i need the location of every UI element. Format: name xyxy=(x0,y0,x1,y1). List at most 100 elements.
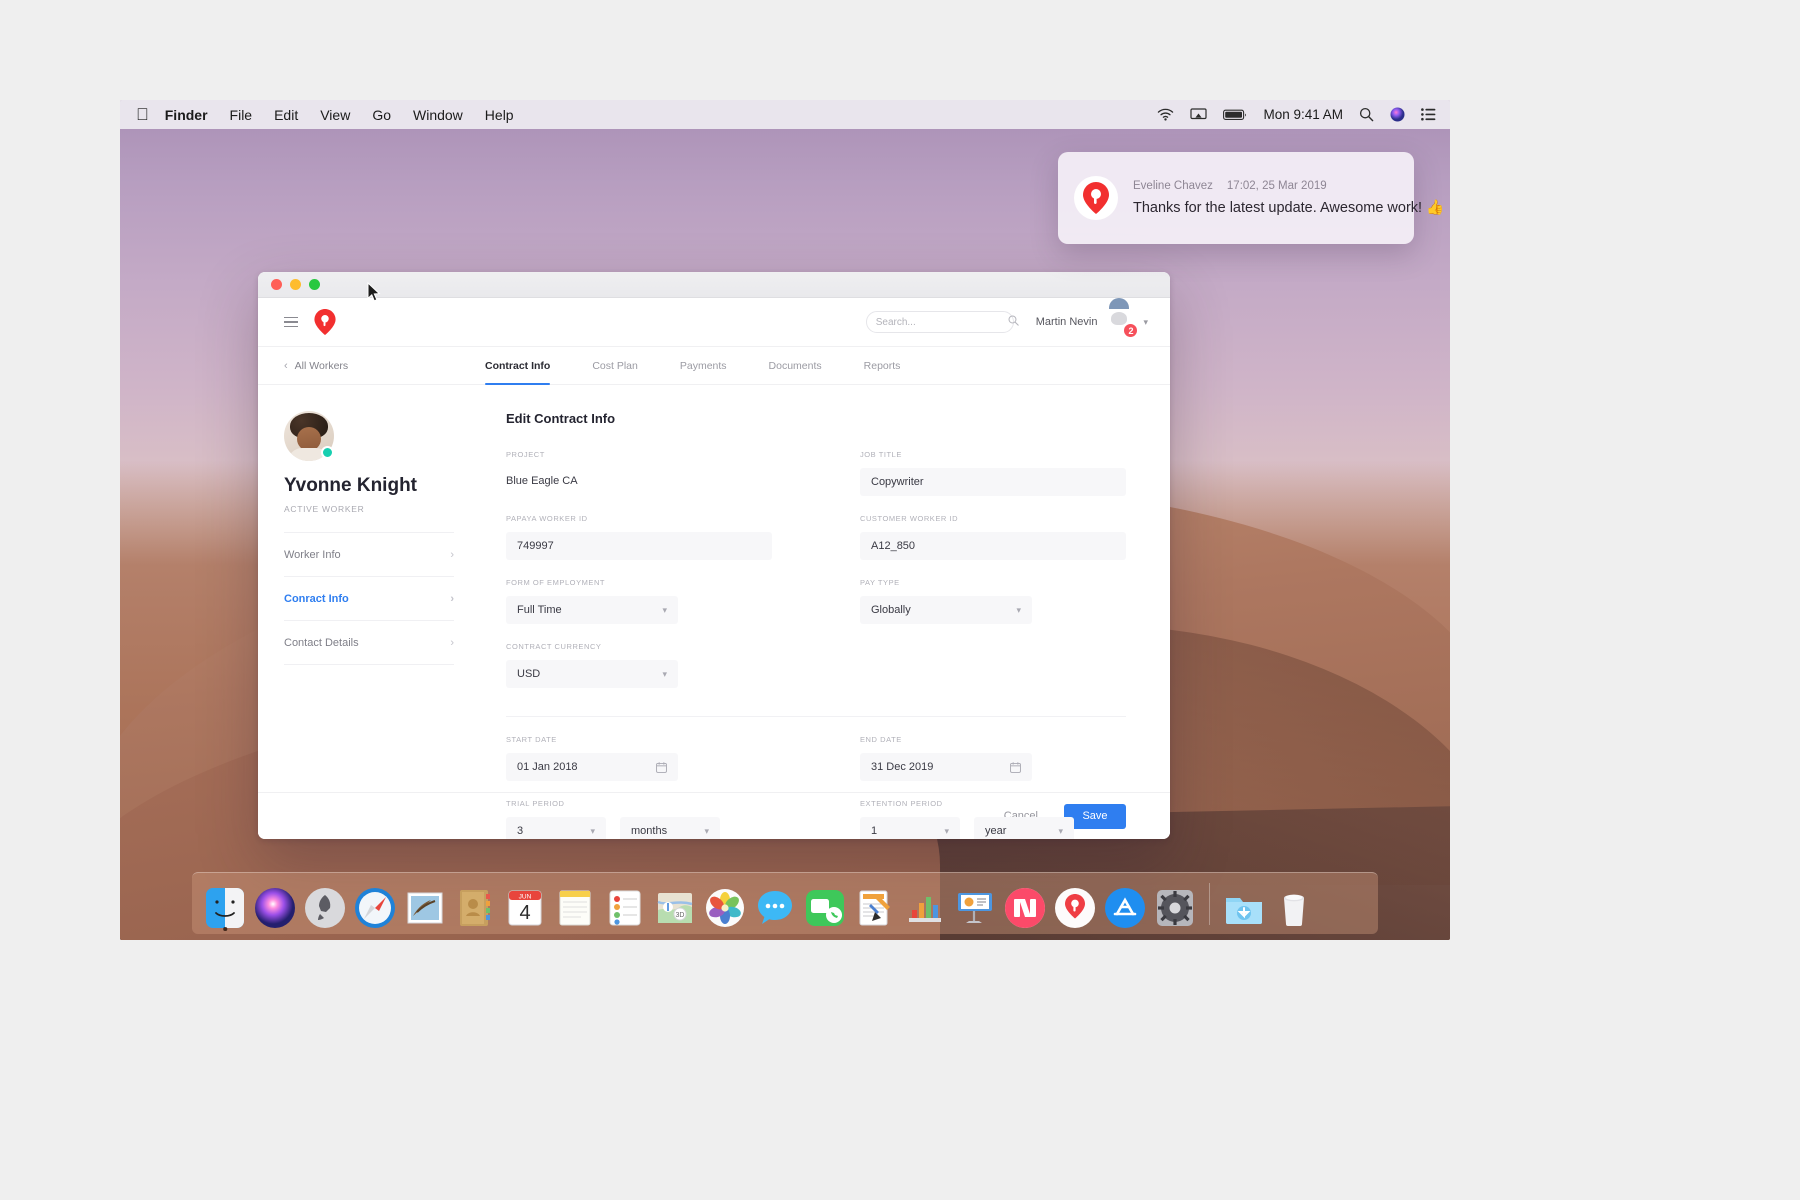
maximize-window-button[interactable] xyxy=(309,279,320,290)
field-label: START DATE xyxy=(506,735,772,744)
dock-item-news[interactable] xyxy=(1000,878,1050,930)
calendar-icon[interactable] xyxy=(1010,762,1021,773)
dock-item-system-preferences[interactable] xyxy=(1150,878,1200,930)
avatar[interactable] xyxy=(284,411,334,461)
menu-item-go[interactable]: Go xyxy=(372,107,391,123)
search-icon[interactable] xyxy=(1359,107,1374,122)
trial-period-amount-select[interactable]: 3 ▾ xyxy=(506,817,606,839)
job-title-input[interactable]: Copywriter xyxy=(860,468,1126,496)
dock-item-contacts[interactable] xyxy=(450,878,500,930)
hamburger-icon[interactable] xyxy=(284,317,298,328)
tab-cost-plan[interactable]: Cost Plan xyxy=(571,347,659,384)
dock-item-trash[interactable] xyxy=(1269,878,1319,930)
trial-period-unit-value: months xyxy=(631,825,704,837)
tab-documents[interactable]: Documents xyxy=(748,347,843,384)
extention-period-unit-select[interactable]: year ▾ xyxy=(974,817,1074,839)
chevron-down-icon: ▾ xyxy=(662,605,667,616)
calendar-icon[interactable] xyxy=(656,762,667,773)
menu-item-edit[interactable]: Edit xyxy=(274,107,298,123)
sidebar-item-label: Worker Info xyxy=(284,549,450,561)
papaya-worker-id-input[interactable]: 749997 xyxy=(506,532,772,560)
dock-item-photos[interactable] xyxy=(700,878,750,930)
menu-bar-clock[interactable]: Mon 9:41 AM xyxy=(1263,107,1343,122)
menu-item-file[interactable]: File xyxy=(230,107,253,123)
contract-form: Edit Contract Info PROJECT Blue Eagle CA… xyxy=(480,385,1170,792)
notification-content: Eveline Chavez 17:02, 25 Mar 2019 Thanks… xyxy=(1133,180,1398,216)
control-center-icon[interactable] xyxy=(1421,108,1436,121)
field-contract-currency: CONTRACT CURRENCY USD ▾ xyxy=(506,642,772,688)
start-date-input[interactable]: 01 Jan 2018 xyxy=(506,753,678,781)
tab-bar: ‹ All Workers Contract Info Cost Plan Pa… xyxy=(258,347,1170,385)
menu-item-help[interactable]: Help xyxy=(485,107,514,123)
airplay-icon[interactable] xyxy=(1190,108,1207,121)
sidebar-item-label: Contact Details xyxy=(284,637,450,649)
dock-item-keynote[interactable] xyxy=(950,878,1000,930)
siri-icon[interactable] xyxy=(1390,107,1405,122)
field-pay-type: PAY TYPE Globally ▾ xyxy=(860,578,1126,624)
apple-logo-icon[interactable]:  xyxy=(136,106,149,123)
field-job-title: JOB TITLE Copywriter xyxy=(860,450,1126,496)
dock-item-facetime[interactable] xyxy=(800,878,850,930)
dock-item-downloads-folder[interactable] xyxy=(1219,878,1269,930)
dock-item-siri[interactable] xyxy=(250,878,300,930)
dock-item-reminders[interactable] xyxy=(600,878,650,930)
search-input[interactable] xyxy=(876,317,1008,328)
pay-type-select[interactable]: Globally ▾ xyxy=(860,596,1032,624)
dock-item-messages[interactable] xyxy=(750,878,800,930)
worker-status-label: ACTIVE WORKER xyxy=(284,504,454,514)
menu-item-finder[interactable]: Finder xyxy=(165,107,208,123)
app-header: Martin Nevin 2 ▾ xyxy=(258,298,1170,347)
papaya-icon xyxy=(1053,886,1097,930)
minimize-window-button[interactable] xyxy=(290,279,301,290)
sidebar-item-contract-info[interactable]: Conract Info › xyxy=(284,577,454,621)
dock-item-maps[interactable]: 3D xyxy=(650,878,700,930)
contract-currency-select[interactable]: USD ▾ xyxy=(506,660,678,688)
dock-item-app-store[interactable] xyxy=(1100,878,1150,930)
sidebar-item-contact-details[interactable]: Contact Details › xyxy=(284,621,454,665)
breadcrumb-label[interactable]: All Workers xyxy=(295,360,348,372)
dock-item-papaya[interactable] xyxy=(1050,878,1100,930)
tab-reports[interactable]: Reports xyxy=(843,347,922,384)
customer-worker-id-input[interactable]: A12_850 xyxy=(860,532,1126,560)
breadcrumb[interactable]: ‹ All Workers xyxy=(284,347,464,384)
extention-period-group: 1 ▾ year ▾ xyxy=(860,817,1126,839)
battery-icon[interactable] xyxy=(1223,109,1247,121)
chevron-down-icon[interactable]: ▾ xyxy=(1143,317,1148,328)
extention-period-amount-select[interactable]: 1 ▾ xyxy=(860,817,960,839)
form-of-employment-select[interactable]: Full Time ▾ xyxy=(506,596,678,624)
trial-period-unit-select[interactable]: months ▾ xyxy=(620,817,720,839)
folder-icon xyxy=(1222,886,1266,930)
avatar[interactable]: 2 xyxy=(1106,309,1132,335)
desktop:  Finder File Edit View Go Window Help M… xyxy=(120,100,1450,940)
search-icon[interactable] xyxy=(1008,313,1019,331)
tab-contract-info[interactable]: Contract Info xyxy=(464,347,571,384)
dock-item-finder[interactable] xyxy=(200,878,250,930)
close-window-button[interactable] xyxy=(271,279,282,290)
page-title: Yvonne Knight xyxy=(284,475,454,497)
menu-item-window[interactable]: Window xyxy=(413,107,463,123)
calendar-day: 4 xyxy=(519,902,530,924)
dock-item-launchpad[interactable] xyxy=(300,878,350,930)
notification-banner[interactable]: Eveline Chavez 17:02, 25 Mar 2019 Thanks… xyxy=(1058,152,1414,244)
dock-item-notes[interactable] xyxy=(550,878,600,930)
sidebar-item-worker-info[interactable]: Worker Info › xyxy=(284,533,454,577)
papaya-pin-icon[interactable] xyxy=(314,309,336,335)
search-box[interactable] xyxy=(866,311,1014,333)
chevron-down-icon: ▾ xyxy=(1058,826,1063,837)
status-badge[interactable]: 2 xyxy=(1123,323,1138,338)
dock-item-numbers[interactable] xyxy=(900,878,950,930)
dock-item-safari[interactable] xyxy=(350,878,400,930)
tab-payments[interactable]: Payments xyxy=(659,347,748,384)
dock-item-calendar[interactable]: JUN 4 xyxy=(500,878,550,930)
menu-item-view[interactable]: View xyxy=(320,107,350,123)
window-titlebar[interactable] xyxy=(258,272,1170,298)
user-menu[interactable]: Martin Nevin 2 ▾ xyxy=(1036,309,1148,335)
menu-bar:  Finder File Edit View Go Window Help M… xyxy=(120,100,1450,129)
field-end-date: END DATE 31 Dec 2019 xyxy=(860,735,1126,781)
wifi-icon[interactable] xyxy=(1157,108,1174,121)
dock-item-pages[interactable] xyxy=(850,878,900,930)
dock-item-mail[interactable] xyxy=(400,878,450,930)
end-date-input[interactable]: 31 Dec 2019 xyxy=(860,753,1032,781)
field-start-date: START DATE 01 Jan 2018 xyxy=(506,735,772,781)
notification-timestamp: 17:02, 25 Mar 2019 xyxy=(1227,180,1327,192)
